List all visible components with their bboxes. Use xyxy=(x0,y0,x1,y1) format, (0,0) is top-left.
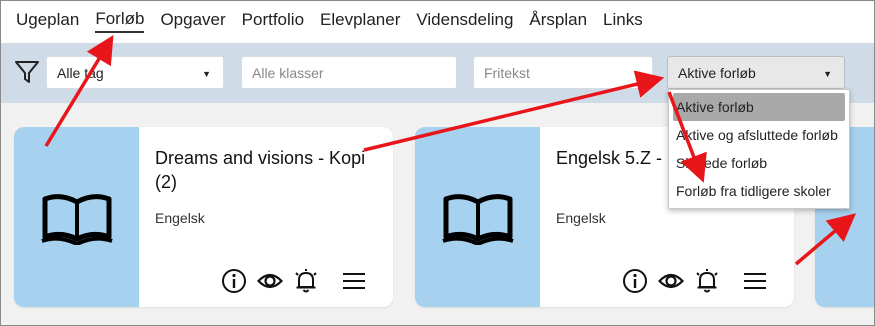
dropdown-option-active-and-finished[interactable]: Aktive og afsluttede forløb xyxy=(669,121,849,149)
eye-icon[interactable] xyxy=(257,268,283,294)
bell-icon[interactable] xyxy=(293,268,319,294)
dropdown-option-active[interactable]: Aktive forløb xyxy=(673,93,845,121)
nav-links[interactable]: Links xyxy=(603,10,643,32)
hamburger-icon[interactable] xyxy=(742,268,768,294)
card-actions xyxy=(221,268,367,294)
card-subject: Engelsk xyxy=(155,210,205,226)
nav-arsplan[interactable]: Årsplan xyxy=(529,10,587,32)
chevron-down-icon: ▼ xyxy=(823,69,832,79)
classes-input[interactable]: Alle klasser xyxy=(241,56,457,89)
tags-select-value: Alle tag xyxy=(57,64,104,81)
card-thumbnail xyxy=(14,127,139,307)
funnel-icon[interactable] xyxy=(14,59,40,85)
book-icon xyxy=(41,194,113,245)
status-dropdown-menu: Aktive forløb Aktive og afsluttede forlø… xyxy=(668,89,850,209)
card-actions xyxy=(622,268,768,294)
freetext-input[interactable]: Fritekst xyxy=(473,56,653,89)
nav-vidensdeling[interactable]: Vidensdeling xyxy=(416,10,513,32)
card-title[interactable]: Dreams and visions - Kopi (2) xyxy=(155,146,380,194)
chevron-down-icon: ▼ xyxy=(202,69,211,79)
classes-input-placeholder: Alle klasser xyxy=(252,64,324,81)
nav-portfolio[interactable]: Portfolio xyxy=(242,10,304,32)
hamburger-icon[interactable] xyxy=(341,268,367,294)
freetext-input-placeholder: Fritekst xyxy=(484,64,530,81)
info-icon[interactable] xyxy=(622,268,648,294)
status-select[interactable]: Aktive forløb ▼ xyxy=(667,56,845,89)
nav-opgaver[interactable]: Opgaver xyxy=(160,10,225,32)
nav-elevplaner[interactable]: Elevplaner xyxy=(320,10,400,32)
tags-select[interactable]: Alle tag ▼ xyxy=(46,56,224,89)
card-subject: Engelsk xyxy=(556,210,606,226)
card-thumbnail xyxy=(415,127,540,307)
course-card[interactable]: Dreams and visions - Kopi (2) Engelsk xyxy=(14,127,393,307)
bell-icon[interactable] xyxy=(694,268,720,294)
dropdown-option-deleted[interactable]: Slettede forløb xyxy=(669,149,849,177)
nav-forlob[interactable]: Forløb xyxy=(95,9,145,33)
book-icon xyxy=(442,194,514,245)
status-select-value: Aktive forløb xyxy=(678,64,756,81)
main-nav: Ugeplan Forløb Opgaver Portfolio Elevpla… xyxy=(0,0,875,42)
nav-ugeplan[interactable]: Ugeplan xyxy=(16,10,79,32)
info-icon[interactable] xyxy=(221,268,247,294)
eye-icon[interactable] xyxy=(658,268,684,294)
dropdown-option-previous-schools[interactable]: Forløb fra tidligere skoler xyxy=(669,177,849,205)
